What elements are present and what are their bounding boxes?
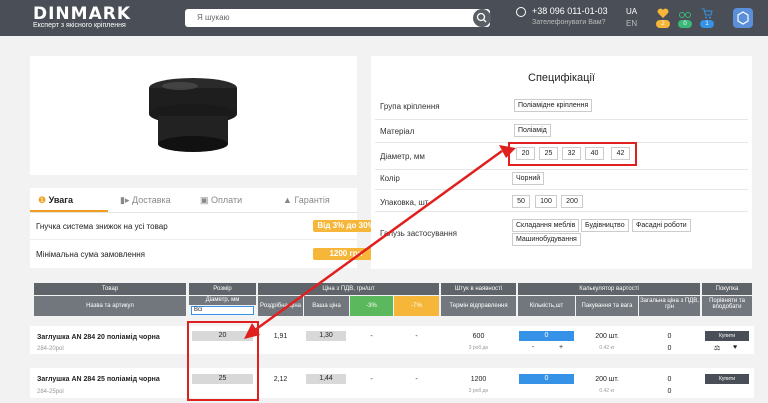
arrow-head-left	[244, 323, 260, 339]
arrow-line	[254, 149, 503, 332]
annotation-arrows	[244, 145, 516, 339]
